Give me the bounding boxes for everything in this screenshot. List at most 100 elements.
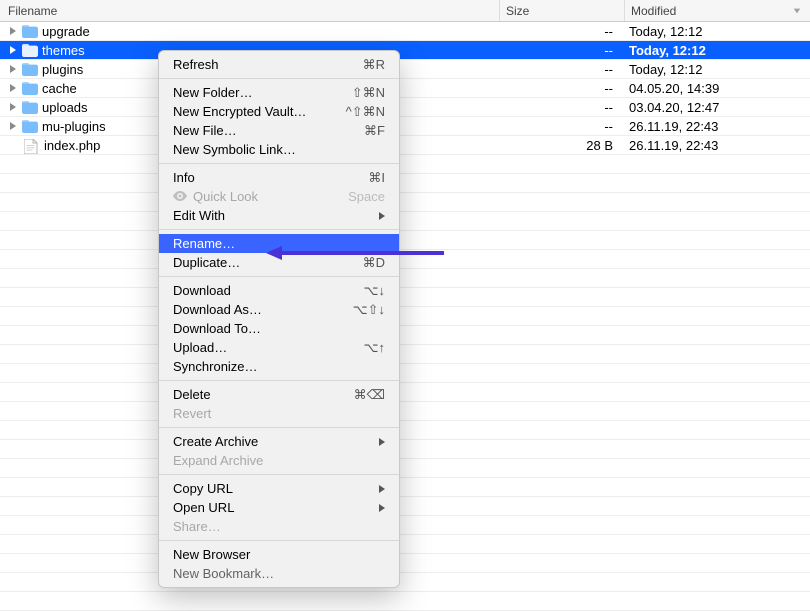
file-modified: 26.11.19, 22:43 [623, 138, 810, 153]
disclosure-triangle-icon[interactable] [10, 103, 16, 111]
file-list: upgrade--Today, 12:12themes--Today, 12:1… [0, 22, 810, 155]
menu-expand-archive: Expand Archive [159, 451, 399, 470]
table-row[interactable]: mu-plugins --26.11.19, 22:43 [0, 117, 810, 136]
empty-row [0, 155, 810, 174]
chevron-right-icon [379, 485, 385, 493]
file-name: uploads [42, 100, 88, 115]
menu-revert: Revert [159, 404, 399, 423]
file-name: index.php [44, 138, 100, 153]
empty-row [0, 364, 810, 383]
empty-row [0, 288, 810, 307]
table-row[interactable]: themes --Today, 12:12 [0, 41, 810, 60]
disclosure-triangle-icon[interactable] [10, 84, 16, 92]
empty-row [0, 212, 810, 231]
empty-row [0, 231, 810, 250]
menu-new-bookmark[interactable]: New Bookmark… [159, 564, 399, 583]
disclosure-triangle-icon[interactable] [10, 27, 16, 35]
menu-new-file[interactable]: New File…⌘F [159, 121, 399, 140]
chevron-right-icon [379, 212, 385, 220]
file-size: -- [499, 43, 623, 58]
folder-icon [22, 120, 38, 133]
empty-row [0, 535, 810, 554]
chevron-right-icon [379, 438, 385, 446]
menu-new-folder[interactable]: New Folder…⇧⌘N [159, 83, 399, 102]
empty-row [0, 554, 810, 573]
empty-row [0, 402, 810, 421]
menu-duplicate[interactable]: Duplicate…⌘D [159, 253, 399, 272]
empty-row [0, 269, 810, 288]
menu-new-browser[interactable]: New Browser [159, 545, 399, 564]
file-modified: 03.04.20, 12:47 [623, 100, 810, 115]
empty-row [0, 307, 810, 326]
table-header: Filename Size Modified [0, 0, 810, 22]
file-size: -- [499, 62, 623, 77]
file-modified: Today, 12:12 [623, 43, 810, 58]
file-name: cache [42, 81, 77, 96]
menu-download-as[interactable]: Download As…⌥⇧↓ [159, 300, 399, 319]
empty-row [0, 326, 810, 345]
menu-upload[interactable]: Upload…⌥↑ [159, 338, 399, 357]
table-row[interactable]: cache --04.05.20, 14:39 [0, 79, 810, 98]
menu-rename[interactable]: Rename… [159, 234, 399, 253]
disclosure-triangle-icon[interactable] [10, 122, 16, 130]
sort-indicator-icon [794, 8, 800, 13]
disclosure-triangle-icon[interactable] [10, 46, 16, 54]
file-size: -- [499, 119, 623, 134]
empty-row [0, 421, 810, 440]
file-modified: 26.11.19, 22:43 [623, 119, 810, 134]
menu-download[interactable]: Download⌥↓ [159, 281, 399, 300]
empty-row [0, 573, 810, 592]
menu-quick-look: Quick Look Space [159, 187, 399, 206]
file-name: mu-plugins [42, 119, 106, 134]
file-size: -- [499, 81, 623, 96]
folder-icon [22, 101, 38, 114]
menu-refresh[interactable]: Refresh⌘R [159, 55, 399, 74]
menu-synchronize[interactable]: Synchronize… [159, 357, 399, 376]
column-header-modified[interactable]: Modified [625, 4, 810, 18]
empty-row [0, 174, 810, 193]
menu-download-to[interactable]: Download To… [159, 319, 399, 338]
table-row[interactable]: plugins --Today, 12:12 [0, 60, 810, 79]
empty-row [0, 440, 810, 459]
file-modified: 04.05.20, 14:39 [623, 81, 810, 96]
empty-row [0, 459, 810, 478]
file-name: themes [42, 43, 85, 58]
menu-copy-url[interactable]: Copy URL [159, 479, 399, 498]
empty-row [0, 250, 810, 269]
table-row[interactable]: index.php 28 B26.11.19, 22:43 [0, 136, 810, 155]
empty-row [0, 497, 810, 516]
menu-open-url[interactable]: Open URL [159, 498, 399, 517]
file-size: -- [499, 24, 623, 39]
empty-row [0, 478, 810, 497]
column-header-size[interactable]: Size [500, 4, 624, 18]
folder-icon [22, 63, 38, 76]
empty-row [0, 516, 810, 535]
file-name: upgrade [42, 24, 90, 39]
file-modified: Today, 12:12 [623, 62, 810, 77]
column-header-filename[interactable]: Filename [0, 4, 499, 18]
table-row[interactable]: uploads --03.04.20, 12:47 [0, 98, 810, 117]
eye-icon [173, 189, 187, 204]
file-icon [24, 139, 40, 152]
disclosure-triangle-icon[interactable] [10, 65, 16, 73]
menu-delete[interactable]: Delete⌘⌫ [159, 385, 399, 404]
empty-row [0, 193, 810, 212]
context-menu: Refresh⌘R New Folder…⇧⌘N New Encrypted V… [158, 50, 400, 588]
folder-icon [22, 44, 38, 57]
file-size: 28 B [499, 138, 623, 153]
folder-icon [22, 82, 38, 95]
menu-new-vault[interactable]: New Encrypted Vault…^⇧⌘N [159, 102, 399, 121]
empty-row [0, 345, 810, 364]
chevron-right-icon [379, 504, 385, 512]
file-size: -- [499, 100, 623, 115]
file-name: plugins [42, 62, 83, 77]
menu-edit-with[interactable]: Edit With [159, 206, 399, 225]
menu-new-symlink[interactable]: New Symbolic Link… [159, 140, 399, 159]
menu-info[interactable]: Info⌘I [159, 168, 399, 187]
table-row[interactable]: upgrade --Today, 12:12 [0, 22, 810, 41]
menu-share: Share… [159, 517, 399, 536]
empty-row [0, 383, 810, 402]
file-modified: Today, 12:12 [623, 24, 810, 39]
menu-create-archive[interactable]: Create Archive [159, 432, 399, 451]
folder-icon [22, 25, 38, 38]
